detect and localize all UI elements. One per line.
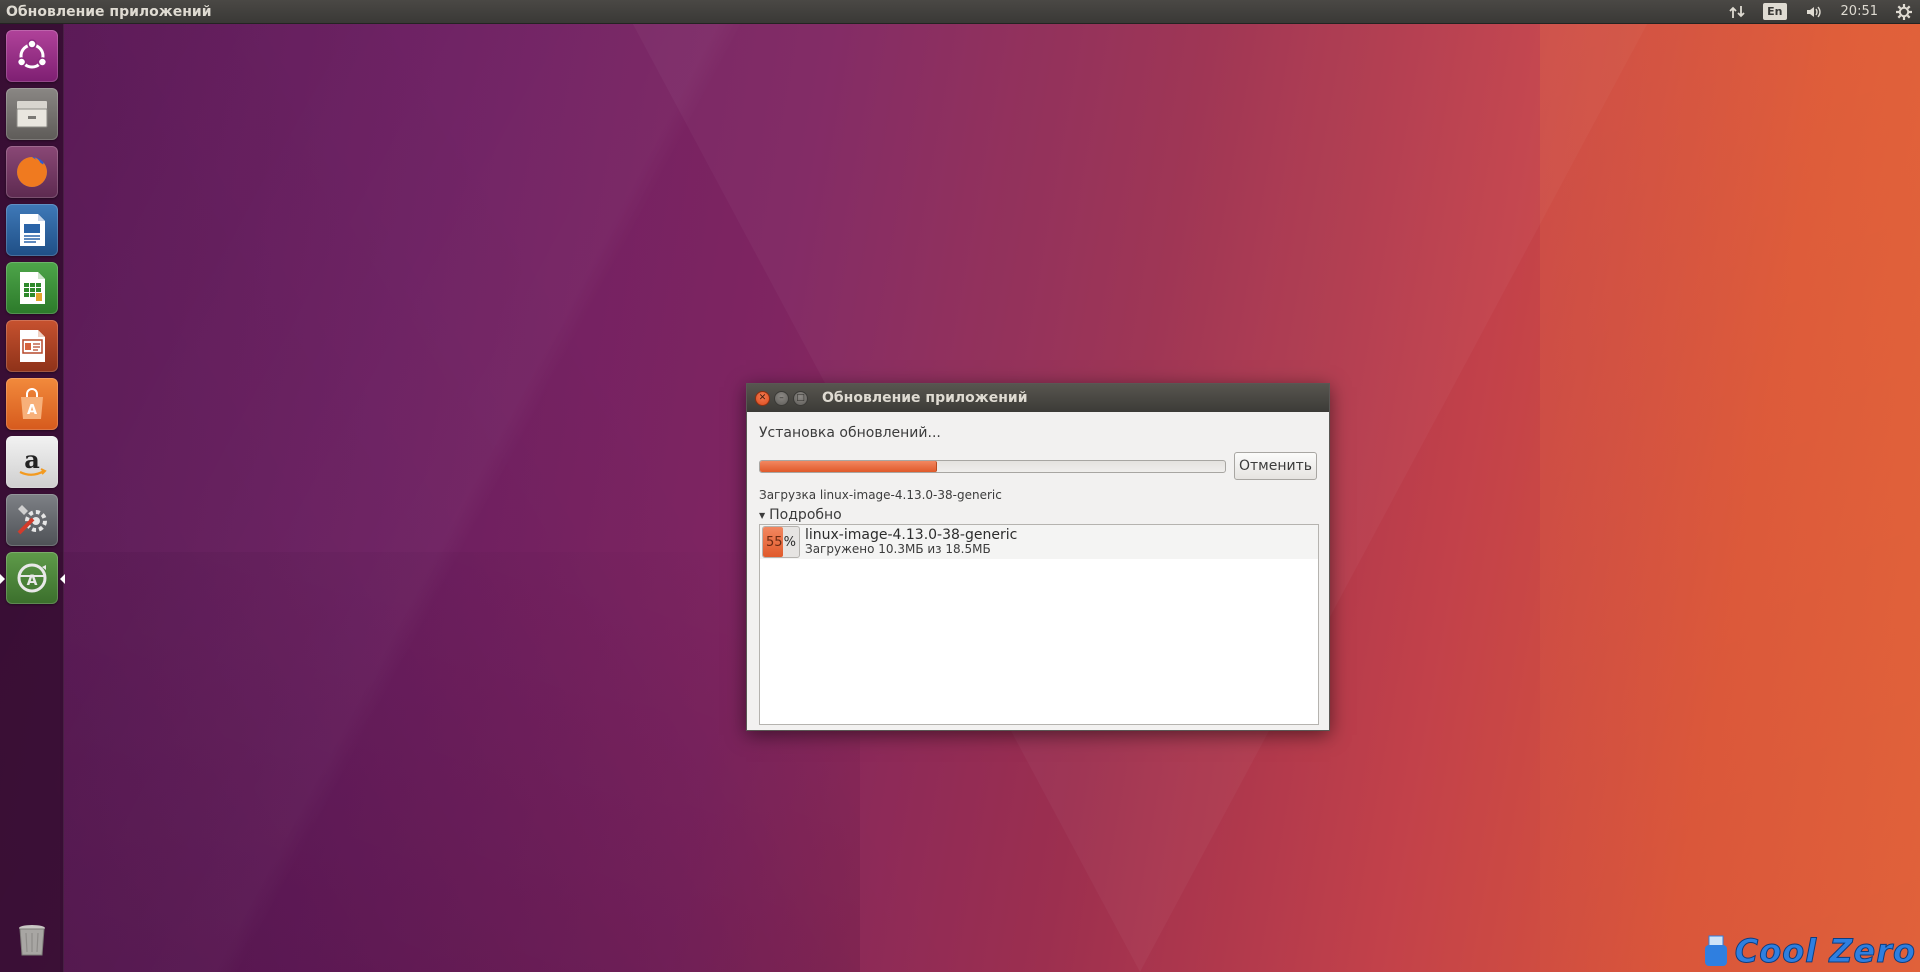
volume-icon[interactable] bbox=[1805, 4, 1823, 20]
indicator-area: En 20:51 bbox=[1729, 3, 1920, 20]
maximize-window-button[interactable]: □ bbox=[793, 390, 808, 406]
svg-text:a: a bbox=[24, 445, 40, 474]
launcher-item-software[interactable]: A bbox=[6, 378, 58, 430]
svg-text:A: A bbox=[27, 573, 38, 589]
watermark-logo: Cool Zero bbox=[1701, 932, 1916, 971]
amazon-icon: a bbox=[19, 445, 47, 476]
dialog-titlebar[interactable]: ✕ – □ Обновление приложений bbox=[747, 384, 1329, 412]
dialog-body: Установка обновлений... Отменить Загрузк… bbox=[747, 412, 1329, 732]
launcher-item-calc[interactable] bbox=[6, 262, 58, 314]
details-expander[interactable]: ▼ Подробно bbox=[759, 507, 1317, 523]
launcher-item-files[interactable] bbox=[6, 88, 58, 140]
cancel-button[interactable]: Отменить bbox=[1234, 452, 1317, 480]
progress-fill bbox=[760, 460, 937, 472]
calc-icon bbox=[20, 272, 45, 304]
language-indicator[interactable]: En bbox=[1763, 3, 1787, 20]
top-panel: Обновление приложений En 20:51 bbox=[0, 0, 1920, 24]
triangle-down-icon: ▼ bbox=[759, 510, 766, 520]
launcher-item-impress[interactable] bbox=[6, 320, 58, 372]
download-status: Загрузка linux-image-4.13.0-38-generic bbox=[759, 488, 1002, 502]
details-label: Подробно bbox=[769, 507, 842, 523]
launcher-item-settings[interactable] bbox=[6, 494, 58, 546]
gear-icon[interactable] bbox=[1896, 3, 1912, 20]
wallpaper-facet bbox=[1540, 20, 1920, 972]
launcher-item-writer[interactable] bbox=[6, 204, 58, 256]
minimize-window-button[interactable]: – bbox=[774, 390, 789, 406]
progress-row: Отменить bbox=[759, 452, 1317, 480]
list-item[interactable]: 55 % linux-image-4.13.0-38-generic Загру… bbox=[760, 525, 1318, 559]
wallpaper-facet bbox=[60, 552, 860, 972]
package-progress: 55 % bbox=[762, 526, 800, 558]
software-updater-icon: A bbox=[17, 563, 47, 593]
running-indicator bbox=[0, 574, 5, 584]
launcher-item-firefox[interactable] bbox=[6, 146, 58, 198]
file-cabinet-icon bbox=[16, 101, 48, 128]
clock[interactable]: 20:51 bbox=[1841, 4, 1878, 19]
package-detail: Загружено 10.3МБ из 18.5МБ bbox=[805, 542, 991, 557]
launcher-item-dash[interactable] bbox=[6, 30, 58, 82]
launcher-item-trash[interactable] bbox=[6, 914, 58, 966]
dialog-title: Обновление приложений bbox=[822, 390, 1028, 406]
package-name: linux-image-4.13.0-38-generic bbox=[805, 526, 1018, 543]
svg-text:A: A bbox=[27, 403, 37, 418]
launcher-item-updater[interactable]: A bbox=[0, 552, 65, 604]
watermark-text: Cool Zero bbox=[1734, 932, 1916, 971]
launcher: A a A bbox=[0, 24, 65, 972]
percent-sign: % bbox=[783, 534, 796, 550]
update-dialog: ✕ – □ Обновление приложений Установка об… bbox=[746, 383, 1330, 731]
details-list[interactable]: 55 % linux-image-4.13.0-38-generic Загру… bbox=[759, 524, 1319, 725]
impress-icon bbox=[20, 330, 45, 362]
package-percent: 55 bbox=[766, 534, 783, 550]
status-text: Установка обновлений... bbox=[759, 425, 941, 441]
trash-icon bbox=[19, 925, 45, 956]
launcher-item-amazon[interactable]: a bbox=[6, 436, 58, 488]
active-window-title: Обновление приложений bbox=[6, 3, 212, 20]
package-info: linux-image-4.13.0-38-generic Загружено … bbox=[805, 526, 1018, 557]
settings-tools-icon bbox=[17, 505, 47, 535]
ubuntu-logo-icon bbox=[16, 39, 48, 69]
network-arrows-icon[interactable] bbox=[1729, 4, 1745, 20]
overall-progress-bar bbox=[759, 459, 1226, 473]
firefox-icon bbox=[17, 157, 47, 187]
usb-stick-icon bbox=[1704, 935, 1727, 966]
close-window-button[interactable]: ✕ bbox=[755, 390, 770, 406]
writer-icon bbox=[20, 214, 45, 246]
software-bag-icon: A bbox=[21, 388, 43, 419]
focused-indicator bbox=[60, 574, 65, 584]
